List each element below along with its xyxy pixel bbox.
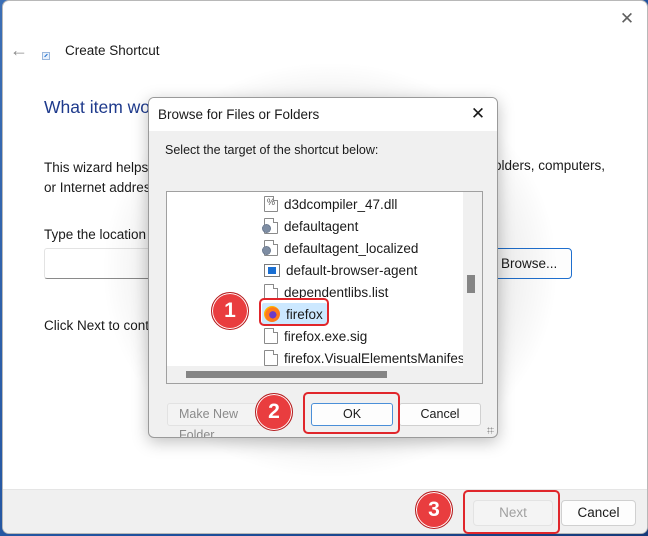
annotation-badge-2: 2: [255, 393, 293, 431]
browse-button[interactable]: Browse...: [488, 248, 572, 279]
tree-item-label: d3dcompiler_47.dll: [284, 196, 398, 212]
tree-item-label: dependentlibs.list: [284, 284, 389, 300]
dialog-cancel-button[interactable]: Cancel: [399, 403, 481, 426]
shortcut-icon: [42, 52, 50, 60]
dialog-prompt: Select the target of the shortcut below:: [165, 143, 379, 157]
tree-item-label: firefox.VisualElementsManifest: [284, 350, 464, 366]
file-icon: [264, 284, 278, 300]
vertical-scroll-thumb[interactable]: [467, 275, 475, 293]
next-instruction: Click Next to conti: [44, 318, 153, 333]
tree-item[interactable]: defaultagent: [262, 215, 362, 237]
folder-tree: d3dcompiler_47.dll defaultagent defaulta…: [166, 191, 483, 384]
tree-item-label: defaultagent: [284, 218, 359, 234]
back-arrow-icon[interactable]: ←: [10, 40, 30, 60]
location-label: Type the location o: [44, 227, 158, 242]
file-icon: [264, 328, 278, 344]
tree-items: d3dcompiler_47.dll defaultagent defaulta…: [167, 192, 464, 366]
description-right-fragment: olders, computers,: [494, 158, 606, 173]
tree-item-label: defaultagent_localized: [284, 240, 419, 256]
tree-item-label: firefox.exe.sig: [284, 328, 368, 344]
dialog-titlebar: Browse for Files or Folders ✕: [149, 98, 497, 131]
tree-item[interactable]: defaultagent_localized: [262, 237, 422, 259]
application-icon: [264, 263, 280, 277]
scrollbar-corner: [463, 366, 482, 383]
dialog-close-icon[interactable]: ✕: [468, 104, 488, 124]
tree-item[interactable]: default-browser-agent: [264, 259, 421, 281]
ok-button[interactable]: OK: [311, 403, 393, 426]
wizard-cancel-button[interactable]: Cancel: [561, 500, 636, 526]
tree-item-selected[interactable]: firefox: [262, 303, 327, 325]
tree-item-label: default-browser-agent: [286, 262, 418, 278]
resize-grip[interactable]: [487, 427, 494, 434]
firefox-icon: [264, 306, 280, 322]
annotation-badge-3: 3: [415, 491, 453, 529]
vertical-scrollbar[interactable]: [463, 192, 482, 366]
dll-file-icon: [264, 196, 278, 212]
close-icon[interactable]: ✕: [617, 9, 637, 29]
tree-item-label: firefox: [286, 306, 323, 322]
horizontal-scroll-thumb[interactable]: [186, 371, 387, 378]
tree-item[interactable]: firefox.VisualElementsManifest: [264, 347, 464, 366]
dialog-title: Browse for Files or Folders: [158, 107, 320, 122]
horizontal-scrollbar[interactable]: [167, 366, 464, 383]
tree-item[interactable]: dependentlibs.list: [264, 281, 392, 303]
next-button[interactable]: Next: [473, 500, 553, 526]
page-heading: What item wo: [44, 97, 150, 117]
annotation-badge-1: 1: [211, 292, 249, 330]
config-file-icon: [262, 240, 278, 256]
tree-item[interactable]: firefox.exe.sig: [264, 325, 371, 347]
config-file-icon: [262, 218, 278, 234]
window-title: Create Shortcut: [65, 43, 160, 58]
file-icon: [264, 350, 278, 366]
browse-dialog: Browse for Files or Folders ✕ Select the…: [148, 97, 498, 438]
tree-item[interactable]: d3dcompiler_47.dll: [264, 193, 401, 215]
